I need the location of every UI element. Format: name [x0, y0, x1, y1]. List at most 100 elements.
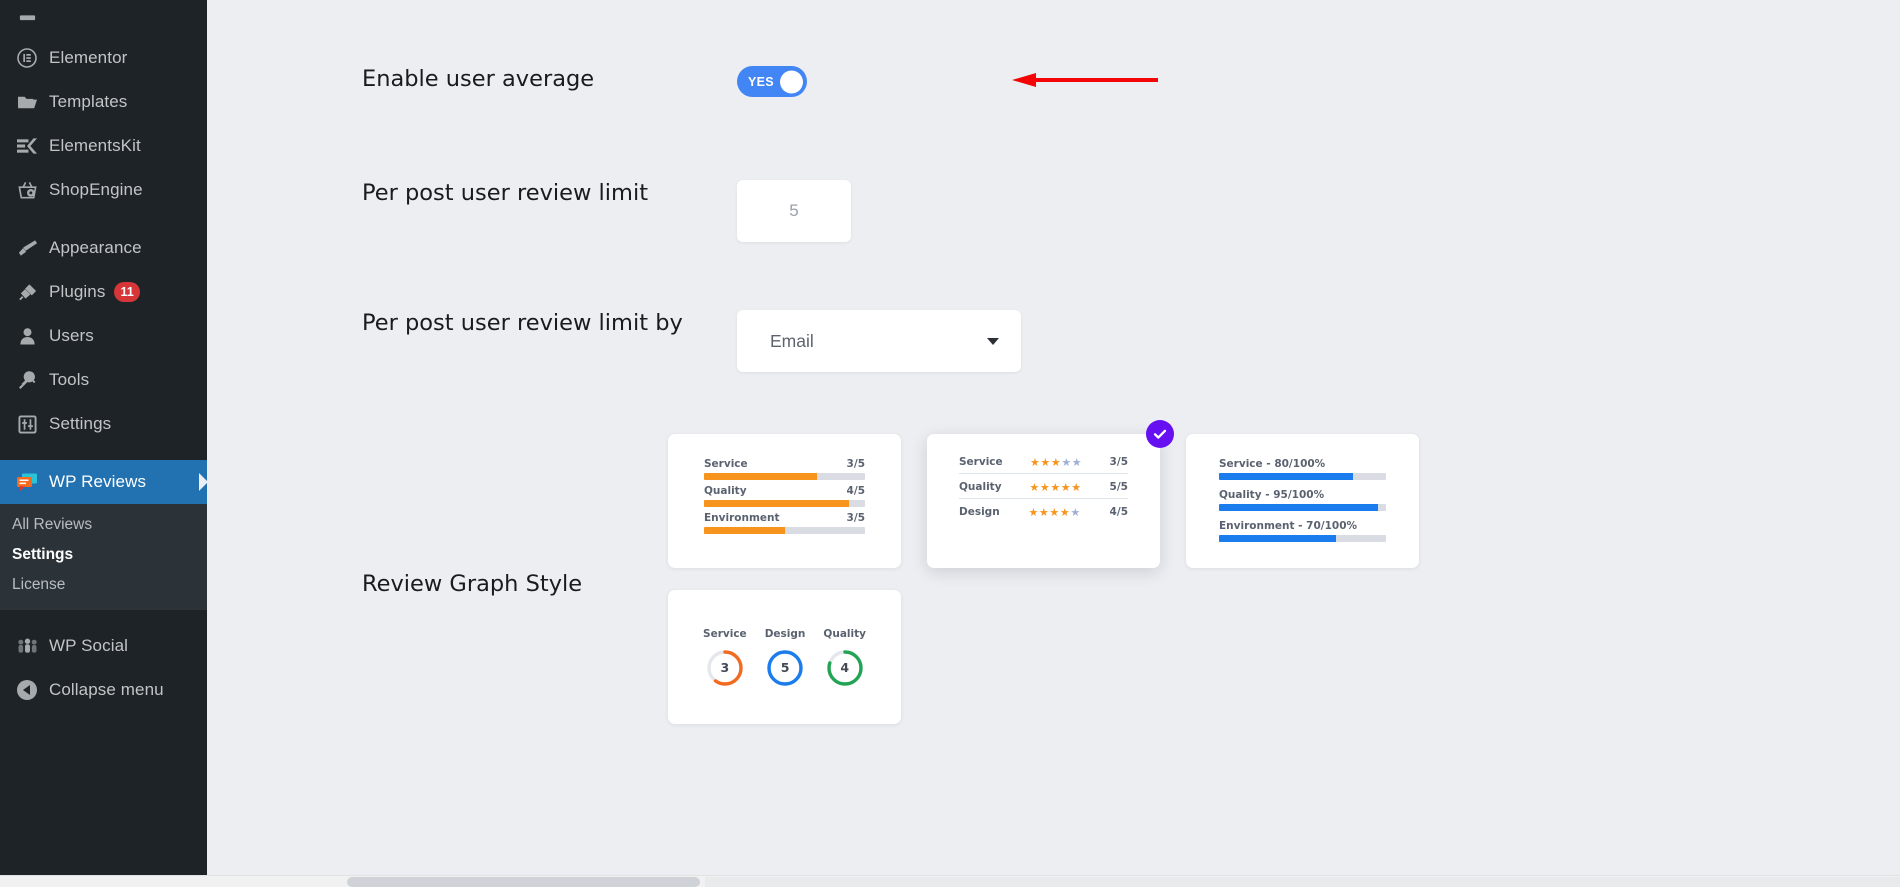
arrow-head-icon [1012, 73, 1036, 87]
donut-item: Design 5 [764, 627, 806, 687]
enable-user-average-label: Enable user average [362, 66, 595, 92]
bar-row: Service 3/5 [704, 458, 865, 480]
submenu-item-license[interactable]: License [0, 570, 207, 600]
enable-user-average-toggle[interactable]: YES [737, 66, 807, 97]
bar-value: 3/5 [846, 458, 865, 470]
sliders-icon [12, 414, 42, 434]
horizontal-scrollbar[interactable] [0, 875, 1900, 887]
donut-label: Service [703, 627, 747, 640]
sidebar-item-truncated[interactable] [0, 0, 207, 22]
bar-label: Environment [704, 512, 780, 524]
sidebar-item-label: Templates [49, 92, 128, 111]
pct-label: Environment - 70/100% [1219, 520, 1358, 532]
bar-fill [704, 473, 817, 480]
sidebar-item-label: Appearance [49, 238, 142, 257]
scrollbar-thumb[interactable] [347, 877, 700, 887]
submenu-item-all-reviews[interactable]: All Reviews [0, 510, 207, 540]
sidebar-divider [0, 22, 207, 36]
sidebar-item-wp-social[interactable]: WP Social [0, 624, 207, 668]
sidebar-item-templates[interactable]: Templates [0, 80, 207, 124]
sidebar-item-label: Users [49, 326, 94, 345]
sidebar-item-label: WP Social [49, 636, 129, 655]
bar-track [704, 500, 865, 507]
sidebar-item-elementskit[interactable]: ElementsKit [0, 124, 207, 168]
collapse-menu-label: Collapse menu [49, 680, 164, 699]
setting-row-per-post-limit-by: Per post user review limit by Email [362, 310, 1021, 372]
sidebar-item-label: WP Reviews [49, 472, 147, 491]
bar-label: Service [704, 458, 748, 470]
pct-label: Service - 80/100% [1219, 458, 1326, 470]
chevron-down-icon [987, 337, 999, 345]
setting-row-enable-user-average: Enable user average YES [362, 66, 807, 97]
donut-gauge: 5 [766, 649, 804, 687]
reviews-icon [12, 472, 42, 492]
sidebar-item-tools[interactable]: Tools [0, 358, 207, 402]
bar-fill [1219, 535, 1336, 542]
bar-track [704, 527, 865, 534]
plug-icon [12, 282, 42, 302]
collapse-menu-button[interactable]: Collapse menu [0, 668, 207, 712]
collapse-icon [12, 680, 42, 700]
sidebar-divider [0, 212, 207, 226]
sidebar-item-shopengine[interactable]: ShopEngine [0, 168, 207, 212]
graph-style-option-progress-bars[interactable]: Service 3/5 Quality 4/5 Environment 3/5 [668, 434, 901, 568]
bar-track [1219, 473, 1386, 480]
bar-fill [704, 527, 785, 534]
sidebar-item-settings[interactable]: Settings [0, 402, 207, 446]
sidebar-divider [0, 446, 207, 460]
donut-item: Service 3 [703, 628, 747, 687]
wp-reviews-submenu: All Reviews Settings License [0, 504, 207, 610]
sidebar-item-appearance[interactable]: Appearance [0, 226, 207, 270]
elementor-icon [12, 48, 42, 68]
per-post-limit-input[interactable] [737, 180, 851, 242]
sidebar-item-elementor[interactable]: Elementor [0, 36, 207, 80]
paintbrush-icon [12, 238, 42, 258]
pct-label: Quality - 95/100% [1219, 489, 1325, 501]
donut-gauge: 3 [706, 649, 744, 687]
bar-value: 4/5 [846, 485, 865, 497]
sidebar-item-label: Elementor [49, 48, 128, 67]
donut-label: Design [764, 627, 806, 640]
star-row-value: 5/5 [1109, 481, 1128, 493]
sidebar-item-label: Settings [49, 414, 112, 433]
star-row-label: Design [959, 506, 1000, 518]
arrow-shaft [1034, 78, 1158, 82]
sidebar-item-wp-reviews[interactable]: WP Reviews [0, 460, 207, 504]
bar-fill [704, 500, 849, 507]
pct-row: Service - 80/100% [1219, 458, 1386, 480]
sidebar-item-label: ElementsKit [49, 136, 141, 155]
plugins-update-badge: 11 [114, 282, 140, 302]
graph-style-option-percent-bars[interactable]: Service - 80/100% Quality - 95/100% Envi… [1186, 434, 1419, 568]
donut-item: Quality 4 [823, 628, 866, 687]
per-post-limit-by-select[interactable]: Email [737, 310, 1021, 372]
red-arrow-annotation [1012, 73, 1158, 87]
bar-row: Environment 3/5 [704, 512, 865, 534]
review-graph-style-options: Service 3/5 Quality 4/5 Environment 3/5 … [668, 420, 1678, 724]
user-icon [12, 326, 42, 346]
pct-row: Environment - 70/100% [1219, 520, 1386, 542]
scrollbar-track [705, 877, 1900, 887]
sidebar-item-plugins[interactable]: Plugins 11 [0, 270, 207, 314]
truncated-icon [12, 3, 42, 22]
star-row: Design ★★★★★ 4/5 [959, 506, 1128, 523]
star-row-label: Service [959, 456, 1003, 468]
star-row: Service ★★★★★ 3/5 [959, 456, 1128, 474]
admin-page: Elementor Templates ElementsKit ShopEngi… [0, 0, 1900, 887]
graph-style-option-star-rating[interactable]: Service ★★★★★ 3/5 Quality ★★★★★ 5/5 Desi… [927, 420, 1174, 568]
graph-style-row-1: Service 3/5 Quality 4/5 Environment 3/5 … [668, 420, 1678, 568]
settings-content: Enable user average YES Per post user re… [207, 0, 1900, 887]
star-row: Quality ★★★★★ 5/5 [959, 481, 1128, 499]
toggle-state-label: YES [748, 74, 774, 89]
star-row-label: Quality [959, 481, 1002, 493]
sidebar-item-users[interactable]: Users [0, 314, 207, 358]
donut-gauge: 4 [826, 649, 864, 687]
donut-label: Quality [823, 627, 866, 640]
submenu-item-settings[interactable]: Settings [0, 540, 207, 570]
per-post-limit-label: Per post user review limit [362, 180, 649, 206]
bar-fill [1219, 504, 1378, 511]
sidebar-item-label: Plugins [49, 282, 106, 301]
graph-style-option-circular-gauges[interactable]: Service 3 Design 5 Quality 4 [668, 590, 901, 724]
check-badge-icon [1146, 420, 1174, 448]
wp-social-icon [12, 637, 42, 655]
sidebar-item-label: Tools [49, 370, 90, 389]
